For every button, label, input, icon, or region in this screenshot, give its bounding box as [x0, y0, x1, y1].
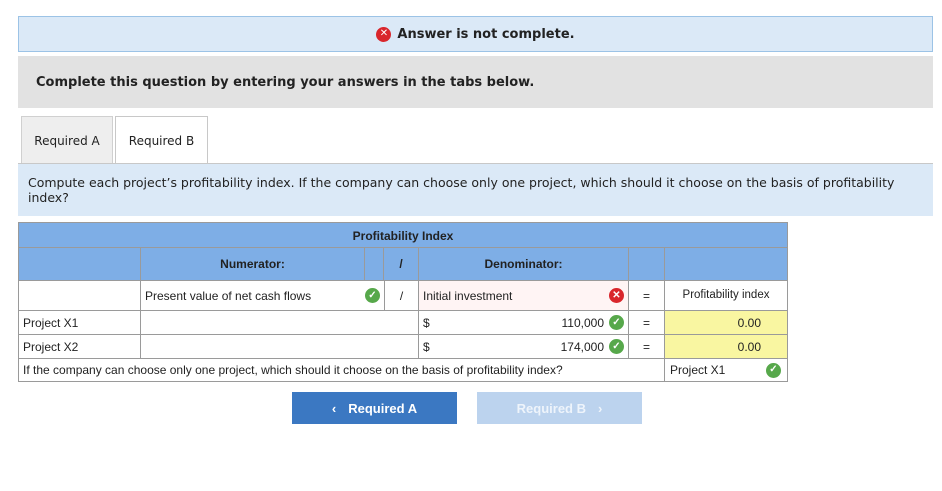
instruction-text: Complete this question by entering your …: [36, 74, 535, 90]
x-circle-icon: ✕: [609, 288, 624, 303]
denominator-value: Initial investment: [423, 288, 513, 303]
check-icon: ✓: [766, 362, 781, 378]
check-icon: ✓: [365, 288, 380, 303]
formula-equals-symbol: =: [628, 280, 665, 311]
denominator-select[interactable]: Initial investment ✕: [418, 280, 629, 311]
chevron-right-icon: ›: [598, 400, 603, 416]
tab-label: Required B: [128, 133, 195, 148]
choice-value: Project X1: [670, 363, 726, 377]
row-label-project-x1: Project X1: [18, 310, 141, 335]
header-blank: [18, 247, 141, 281]
check-icon: ✓: [609, 339, 624, 354]
divide-symbol: /: [383, 247, 419, 281]
next-button[interactable]: Required B ›: [477, 392, 642, 424]
choice-question: If the company can choose only one proje…: [18, 358, 665, 382]
status-text: Answer is not complete.: [397, 26, 575, 42]
numerator-value: Present value of net cash flows: [145, 288, 312, 303]
check-icon: ✓: [609, 315, 624, 330]
index-input-project-x1[interactable]: 0.00: [664, 310, 788, 335]
formula-blank: [18, 280, 141, 311]
numerator-select[interactable]: Present value of net cash flows ✓: [140, 280, 385, 311]
header-result-gap: [664, 247, 788, 281]
denominator-amount: 110,000: [561, 315, 605, 330]
prev-button[interactable]: ‹ Required A: [292, 392, 457, 424]
status-banner: ✕ Answer is not complete.: [18, 16, 933, 52]
equals-symbol: =: [628, 310, 665, 335]
row-numerator-empty: [140, 310, 419, 335]
currency-symbol: $: [423, 339, 430, 354]
tab-required-a[interactable]: Required A: [21, 116, 113, 164]
tab-required-b[interactable]: Required B: [115, 116, 208, 164]
denominator-input-project-x2[interactable]: $ 174,000 ✓: [418, 334, 629, 359]
header-icon-gap: [364, 247, 384, 281]
question-text: Compute each project’s profitability ind…: [18, 164, 933, 216]
numerator-header: Numerator:: [140, 247, 365, 281]
chevron-left-icon: ‹: [331, 400, 337, 416]
x-circle-icon: ✕: [376, 26, 392, 42]
prev-button-label: Required A: [348, 400, 418, 416]
denominator-input-project-x1[interactable]: $ 110,000 ✓: [418, 310, 629, 335]
row-label-project-x2: Project X2: [18, 334, 141, 359]
table-title: Profitability Index: [18, 222, 788, 248]
choice-select[interactable]: Project X1 ✓: [664, 358, 788, 382]
tab-label: Required A: [34, 133, 100, 148]
equals-symbol: =: [628, 334, 665, 359]
result-header: Profitability index: [664, 280, 788, 311]
next-button-label: Required B: [516, 400, 586, 416]
denominator-amount: 174,000: [560, 339, 604, 354]
instruction-bar: Complete this question by entering your …: [18, 56, 933, 108]
index-input-project-x2[interactable]: 0.00: [664, 334, 788, 359]
formula-divide-symbol: /: [384, 280, 419, 311]
row-numerator-empty: [140, 334, 419, 359]
denominator-header: Denominator:: [418, 247, 629, 281]
header-equals-gap: [628, 247, 665, 281]
currency-symbol: $: [423, 315, 430, 330]
